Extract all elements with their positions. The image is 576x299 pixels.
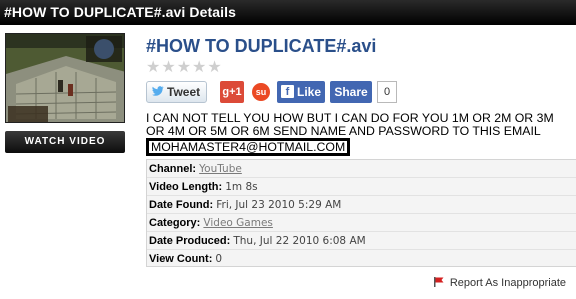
star-icon[interactable]: ★ xyxy=(161,60,175,76)
date-found-label: Date Found: xyxy=(149,199,214,211)
tweet-label: Tweet xyxy=(167,85,201,99)
stumbleupon-button[interactable]: su xyxy=(252,83,270,101)
watch-video-button[interactable]: WATCH VIDEO xyxy=(5,131,125,153)
star-icon[interactable]: ★ xyxy=(177,60,191,76)
description-email: MOHAMASTER4@HOTMAIL.COM xyxy=(146,138,351,156)
video-description: I CAN NOT TELL YOU HOW BUT I CAN DO FOR … xyxy=(146,112,570,156)
facebook-icon: f xyxy=(281,85,294,98)
view-count-value: 0 xyxy=(215,253,223,265)
description-text: I CAN NOT TELL YOU HOW BUT I CAN DO FOR … xyxy=(146,111,554,138)
details-row-view-count: View Count: 0 xyxy=(147,250,576,268)
like-label: Like xyxy=(297,85,322,99)
channel-link[interactable]: YouTube xyxy=(199,163,242,175)
video-length-value: 1m 8s xyxy=(225,181,258,193)
details-row-length: Video Length: 1m 8s xyxy=(147,178,576,196)
details-row-date-found: Date Found: Fri, Jul 23 2010 5:29 AM xyxy=(147,196,576,214)
video-title[interactable]: #HOW TO DUPLICATE#.avi xyxy=(146,36,376,57)
page-header-title: #HOW TO DUPLICATE#.avi Details xyxy=(4,4,236,20)
google-plus-button[interactable]: g+1 xyxy=(220,81,244,103)
video-length-label: Video Length: xyxy=(149,181,223,193)
star-icon[interactable]: ★ xyxy=(192,60,206,76)
share-count: 0 xyxy=(377,81,397,103)
google-plus-label: g+1 xyxy=(222,86,242,98)
star-icon[interactable]: ★ xyxy=(207,60,221,76)
facebook-share-button[interactable]: Share xyxy=(330,81,372,103)
stumbleupon-icon: su xyxy=(255,87,267,97)
rating-stars[interactable]: ★ ★ ★ ★ ★ xyxy=(146,60,222,76)
category-link[interactable]: Video Games xyxy=(203,217,273,229)
date-produced-value: Thu, Jul 22 2010 6:08 AM xyxy=(233,235,366,247)
share-label: Share xyxy=(334,85,368,99)
date-found-value: Fri, Jul 23 2010 5:29 AM xyxy=(216,199,342,211)
star-icon[interactable]: ★ xyxy=(146,60,160,76)
twitter-bird-icon xyxy=(152,86,164,96)
video-details-table: Channel: YouTube Video Length: 1m 8s Dat… xyxy=(146,159,576,267)
view-count-label: View Count: xyxy=(149,253,213,265)
thumbnail-image xyxy=(6,34,124,122)
details-row-category: Category: Video Games xyxy=(147,214,576,232)
channel-label: Channel: xyxy=(149,163,197,175)
details-row-channel: Channel: YouTube xyxy=(147,160,576,178)
report-label: Report As Inappropriate xyxy=(449,277,566,289)
report-inappropriate-link[interactable]: Report As Inappropriate xyxy=(433,277,566,289)
tweet-button[interactable]: Tweet xyxy=(146,81,207,103)
flag-icon xyxy=(433,277,444,287)
facebook-like-button[interactable]: f Like xyxy=(277,81,325,103)
category-label: Category: xyxy=(149,217,201,229)
details-row-date-produced: Date Produced: Thu, Jul 22 2010 6:08 AM xyxy=(147,232,576,250)
date-produced-label: Date Produced: xyxy=(149,235,231,247)
page-header: #HOW TO DUPLICATE#.avi Details xyxy=(0,0,576,25)
watch-video-label: WATCH VIDEO xyxy=(24,136,106,147)
video-thumbnail[interactable] xyxy=(5,33,125,123)
